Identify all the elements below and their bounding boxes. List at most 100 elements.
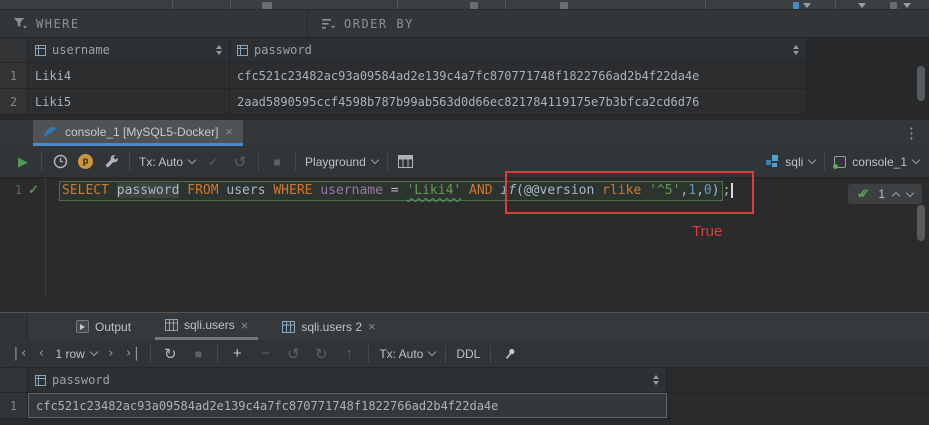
- table-row[interactable]: 1 cfc521c23482ac93a09584ad2e139c4a7fc870…: [0, 393, 929, 419]
- revert-icon[interactable]: ↺: [284, 345, 302, 363]
- more-options-icon[interactable]: ⋮: [894, 120, 929, 146]
- stop-button[interactable]: ■: [189, 347, 207, 361]
- tx-mode-dropdown[interactable]: Tx: Auto: [379, 347, 435, 361]
- tab-label: sqli.users: [184, 318, 235, 332]
- scrollbar-thumb[interactable]: [917, 66, 925, 101]
- table-icon: [282, 321, 295, 333]
- sort-indicator[interactable]: [793, 45, 799, 55]
- divider: [129, 153, 130, 171]
- panel-splitter[interactable]: [0, 298, 929, 312]
- bottom-grid-header-row: password: [0, 368, 929, 393]
- sql-editor[interactable]: 1 ✓ SELECT password FROM users WHERE use…: [0, 178, 929, 298]
- tab-sqli-users[interactable]: sqli.users ×: [155, 313, 258, 340]
- column-header-password[interactable]: password: [230, 38, 807, 62]
- divider: [445, 345, 446, 363]
- chevron-down-icon: [808, 156, 816, 164]
- tx-mode-dropdown[interactable]: Tx: Auto: [139, 155, 195, 169]
- next-page-button[interactable]: ›: [107, 346, 115, 361]
- previous-page-button[interactable]: ‹: [38, 346, 46, 361]
- console-toolbar: ▶ p Tx: Auto ✓ ↺ ■ Playground: [0, 146, 929, 178]
- tab-sqli-users-2[interactable]: sqli.users 2 ×: [272, 313, 385, 340]
- grid-header-row: username password: [0, 38, 929, 63]
- order-by-filter-field[interactable]: ORDER BY: [308, 10, 428, 37]
- toolbar-icon-stub: [262, 2, 272, 9]
- playground-dropdown[interactable]: Playground: [305, 155, 378, 169]
- tab-output[interactable]: Output: [66, 313, 141, 340]
- scrollbar-thumb[interactable]: [917, 205, 925, 241]
- rollback-icon[interactable]: ↺: [231, 153, 249, 171]
- code-line[interactable]: SELECT password FROM users WHERE usernam…: [46, 178, 929, 298]
- row-number-header: [0, 38, 28, 62]
- console-tab-bar: console_1 [MySQL5-Docker] × ⋮: [0, 120, 929, 146]
- bottom-filler: [0, 419, 929, 425]
- page-size-dropdown[interactable]: 1 row: [55, 347, 96, 361]
- settings-wrench-icon[interactable]: [102, 154, 120, 169]
- tab-console-1[interactable]: console_1 [MySQL5-Docker] ×: [33, 120, 243, 146]
- cell-username[interactable]: Liki4: [28, 63, 230, 88]
- chevron-down-icon: [903, 3, 911, 8]
- order-by-icon: [322, 18, 335, 30]
- toolbar-icon-stub: [560, 2, 568, 9]
- divider: [824, 153, 825, 171]
- pin-tab-icon[interactable]: [501, 347, 519, 361]
- divider: [397, 0, 398, 9]
- toolbar-icon-stub: [793, 2, 799, 9]
- divider: [387, 153, 388, 171]
- cell-username[interactable]: Liki5: [28, 89, 230, 114]
- session-dropdown[interactable]: console_1: [834, 155, 919, 169]
- column-header-username[interactable]: username: [28, 38, 230, 62]
- row-count-label: 1 row: [55, 347, 84, 361]
- grid-filler: [807, 89, 929, 114]
- close-icon[interactable]: ×: [225, 125, 233, 138]
- sql-string-literal: 'Liki4': [406, 183, 461, 198]
- schema-dropdown[interactable]: sqli: [766, 155, 815, 169]
- mysql-dolphin-icon: [43, 126, 58, 138]
- close-icon[interactable]: ×: [368, 320, 376, 333]
- chevron-down-icon: [188, 156, 196, 164]
- previous-result-arrow[interactable]: [892, 191, 900, 199]
- history-icon[interactable]: [51, 154, 69, 169]
- reload-icon[interactable]: ↻: [161, 345, 179, 363]
- last-page-button[interactable]: ›|: [125, 346, 141, 361]
- run-button[interactable]: ▶: [14, 154, 32, 170]
- submit-arrow-icon[interactable]: ↑: [340, 345, 358, 362]
- divider: [230, 0, 231, 9]
- column-header-password[interactable]: password: [28, 368, 667, 392]
- bottom-tab-bar: Output sqli.users × sqli.users 2 ×: [0, 312, 929, 340]
- sql-keyword: WHERE: [266, 183, 321, 198]
- grid-filler: [667, 368, 929, 392]
- where-filter-field[interactable]: WHERE: [0, 10, 308, 37]
- add-row-button[interactable]: +: [228, 345, 246, 362]
- close-icon[interactable]: ×: [241, 319, 249, 332]
- ddl-button[interactable]: DDL: [456, 347, 480, 361]
- stop-button[interactable]: ■: [268, 155, 286, 169]
- table-row[interactable]: 1 Liki4 cfc521c23482ac93a09584ad2e139c4a…: [0, 63, 929, 89]
- exec-count: 1: [878, 187, 885, 201]
- cell-password[interactable]: 2aad5890595ccf4598b787b99ab563d0d66ec821…: [230, 89, 807, 114]
- sql-keyword: SELECT: [62, 183, 117, 198]
- divider: [505, 0, 506, 9]
- sql-identifier: users: [226, 183, 265, 198]
- parameters-icon[interactable]: p: [78, 154, 93, 169]
- sort-indicator[interactable]: [216, 45, 222, 55]
- sql-operator: =: [383, 183, 406, 198]
- resubmit-icon[interactable]: ↻: [312, 345, 330, 363]
- results-table-icon[interactable]: [397, 155, 415, 168]
- cell-password[interactable]: cfc521c23482ac93a09584ad2e139c4a7fc87077…: [28, 393, 667, 418]
- table-row[interactable]: 2 Liki5 2aad5890595ccf4598b787b99ab563d0…: [0, 89, 929, 115]
- next-result-arrow[interactable]: [906, 188, 914, 196]
- row-number: 1: [0, 393, 28, 418]
- divider: [368, 345, 369, 363]
- console-toolbar-right: sqli console_1: [766, 153, 919, 171]
- delete-row-button[interactable]: −: [256, 345, 274, 362]
- table-column-icon: [35, 45, 46, 56]
- cell-password[interactable]: cfc521c23482ac93a09584ad2e139c4a7fc87077…: [230, 63, 807, 88]
- divider: [490, 345, 491, 363]
- sql-keyword: AND: [461, 183, 500, 198]
- sort-indicator[interactable]: [653, 375, 659, 385]
- commit-button[interactable]: ✓: [204, 155, 222, 169]
- tab-title: console_1 [MySQL5-Docker]: [65, 125, 218, 139]
- executed-check-icon: ✓: [28, 183, 39, 197]
- playground-label: Playground: [305, 155, 366, 169]
- first-page-button[interactable]: |‹: [12, 346, 28, 361]
